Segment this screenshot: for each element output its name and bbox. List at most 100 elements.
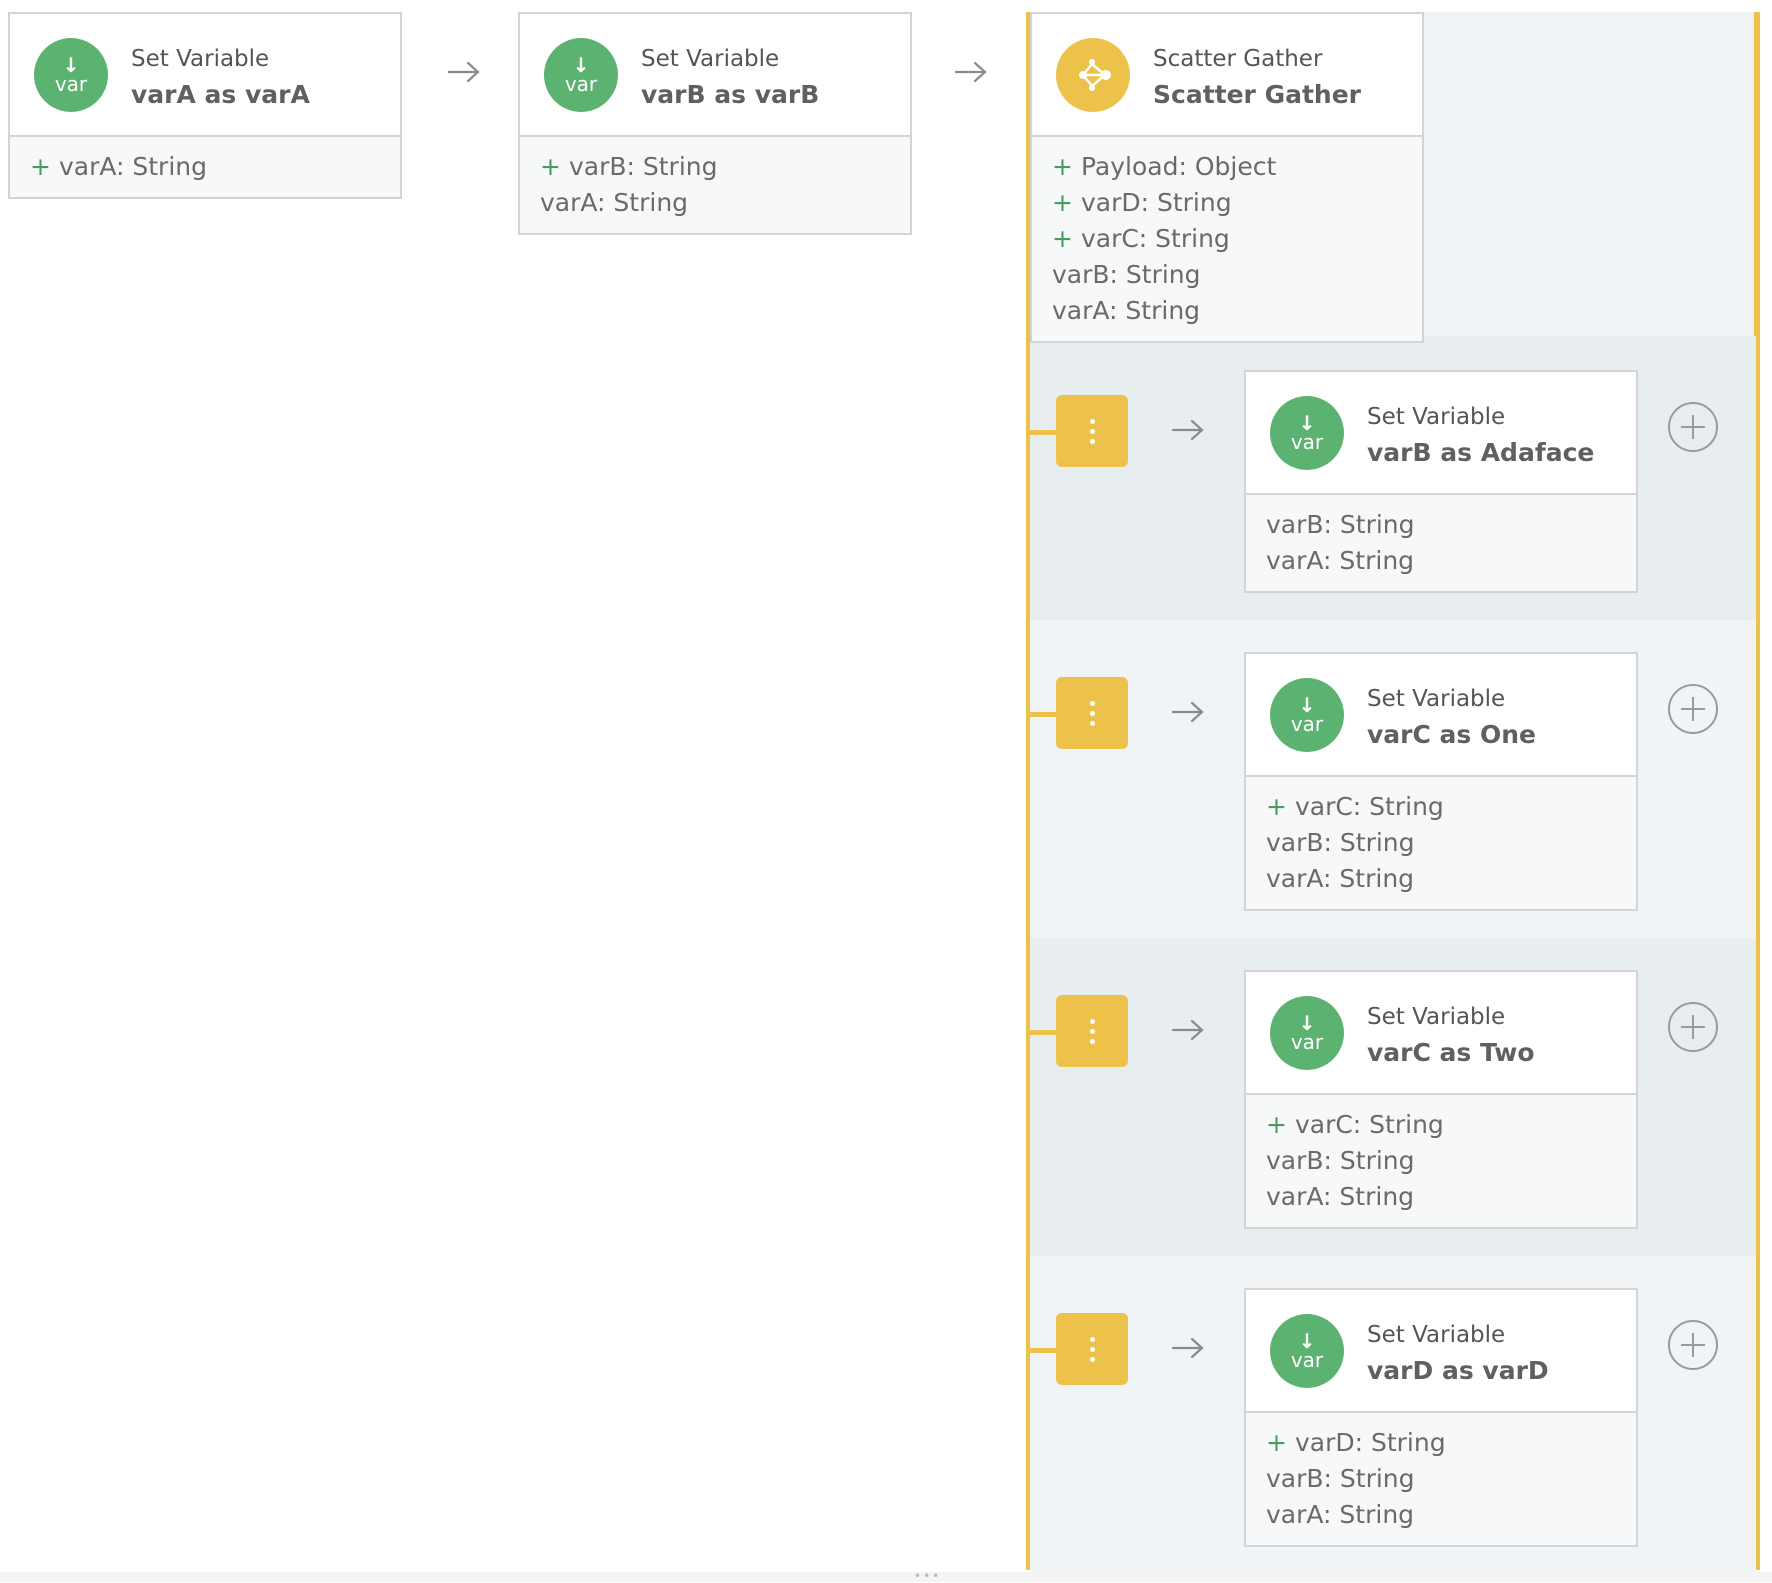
card-header[interactable]: ↓ var Set Variable varD as varD	[1246, 1290, 1636, 1413]
card-type-label: Set Variable	[1367, 404, 1506, 430]
card-name-label: Scatter Gather	[1153, 80, 1362, 109]
route-connector	[1030, 430, 1058, 435]
resize-handle[interactable]	[0, 1572, 1772, 1582]
property-row: + Payload: Object	[1052, 149, 1422, 185]
var-icon: ↓ var	[544, 38, 618, 112]
var-icon: ↓ var	[1270, 396, 1344, 470]
added-plus-icon: +	[540, 152, 561, 181]
property-label: varD: String	[1294, 1428, 1446, 1457]
vertical-dots-icon	[1089, 1018, 1095, 1044]
route-handle[interactable]	[1056, 395, 1128, 467]
property-row: + varD: String	[1266, 1425, 1636, 1461]
property-label: varC: String	[1294, 1110, 1444, 1139]
route-handle[interactable]	[1056, 677, 1128, 749]
card-name-label: varD as varD	[1367, 1356, 1549, 1385]
property-row: varA: String	[1266, 861, 1636, 897]
flow-arrow-icon	[1171, 700, 1205, 724]
vertical-dots-icon	[1089, 1336, 1095, 1362]
vertical-dots-icon	[1089, 700, 1095, 726]
property-label: varB: String	[1266, 1464, 1415, 1493]
card-name-label: varC as Two	[1367, 1038, 1535, 1067]
route-connector	[1030, 1348, 1058, 1353]
route-handle[interactable]	[1056, 1313, 1128, 1385]
add-step-button[interactable]	[1668, 1002, 1718, 1052]
set-variable-card[interactable]: ↓ var Set Variable varB as Adaface varB: Str…	[1244, 370, 1638, 593]
property-row: + varC: String	[1266, 789, 1636, 825]
card-type-label: Set Variable	[641, 46, 780, 72]
property-row: varA: String	[1266, 1179, 1636, 1215]
var-icon: ↓ var	[1270, 678, 1344, 752]
card-properties: varB: String varA: String	[1246, 495, 1636, 591]
set-variable-card[interactable]: ↓ var Set Variable varC as Two + varC: String…	[1244, 970, 1638, 1229]
property-row: varB: String	[1266, 1461, 1636, 1497]
var-icon-label: var	[564, 72, 598, 96]
var-icon-label: var	[1290, 1348, 1324, 1372]
var-icon: ↓ var	[34, 38, 108, 112]
add-step-button[interactable]	[1668, 402, 1718, 452]
card-type-label: Set Variable	[1367, 1322, 1506, 1348]
scatter-gather-icon	[1056, 38, 1130, 112]
flow-arrow-icon	[1171, 1336, 1205, 1360]
card-type-label: Set Variable	[131, 46, 270, 72]
property-label: varA: String	[1052, 296, 1201, 325]
var-icon-label: var	[1290, 712, 1324, 736]
card-header[interactable]: ↓ var Set Variable varB as Adaface	[1246, 372, 1636, 495]
resize-dots-icon[interactable]: •••	[914, 1570, 944, 1582]
property-label: varA: String	[1266, 1182, 1415, 1211]
flow-arrow-icon	[954, 60, 988, 84]
flow-arrow-icon	[447, 60, 481, 84]
card-properties: + varB: String varA: String	[520, 137, 910, 233]
card-name-label: varA as varA	[131, 80, 310, 109]
set-variable-card[interactable]: ↓ var Set Variable varC as One + varC: String…	[1244, 652, 1638, 911]
add-step-button[interactable]	[1668, 1320, 1718, 1370]
property-label: varB: String	[1266, 828, 1415, 857]
property-row: varB: String	[1052, 257, 1422, 293]
added-plus-icon: +	[1052, 152, 1073, 181]
var-icon-label: var	[1290, 1030, 1324, 1054]
added-plus-icon: +	[1266, 1110, 1287, 1139]
card-properties: + varC: String varB: String varA: String	[1246, 777, 1636, 909]
property-label: varB: String	[568, 152, 718, 181]
card-header[interactable]: Scatter Gather Scatter Gather	[1032, 14, 1422, 137]
scatter-gather-card[interactable]: Scatter Gather Scatter Gather + Payload: Ob…	[1030, 12, 1424, 343]
set-variable-card[interactable]: ↓ var Set Variable varB as varB + varB: Strin…	[518, 12, 912, 235]
card-header[interactable]: ↓ var Set Variable varC as One	[1246, 654, 1636, 777]
property-label: varA: String	[1266, 1500, 1415, 1529]
added-plus-icon: +	[1052, 188, 1073, 217]
added-plus-icon: +	[1052, 224, 1073, 253]
card-type-label: Set Variable	[1367, 1004, 1506, 1030]
var-icon-label: var	[1290, 430, 1324, 454]
property-label: varB: String	[1266, 510, 1415, 539]
var-icon: ↓ var	[1270, 1314, 1344, 1388]
added-plus-icon: +	[1266, 792, 1287, 821]
card-properties: + varA: String	[10, 137, 400, 197]
card-header[interactable]: ↓ var Set Variable varC as Two	[1246, 972, 1636, 1095]
card-properties: + varC: String varB: String varA: String	[1246, 1095, 1636, 1227]
card-header[interactable]: ↓ var Set Variable varB as varB	[520, 14, 910, 137]
card-properties: + Payload: Object + varD: String + varC: Stri…	[1032, 137, 1422, 341]
card-name-label: varB as varB	[641, 80, 820, 109]
card-type-label: Scatter Gather	[1153, 46, 1323, 72]
property-label: varA: String	[540, 188, 689, 217]
route-handle[interactable]	[1056, 995, 1128, 1067]
property-label: varB: String	[1052, 260, 1201, 289]
property-label: varD: String	[1080, 188, 1232, 217]
property-row: + varB: String	[540, 149, 910, 185]
added-plus-icon: +	[30, 152, 51, 181]
property-label: varC: String	[1294, 792, 1444, 821]
property-label: varC: String	[1080, 224, 1230, 253]
add-step-button[interactable]	[1668, 684, 1718, 734]
property-label: varA: String	[58, 152, 207, 181]
property-row: + varC: String	[1052, 221, 1422, 257]
set-variable-card[interactable]: ↓ var Set Variable varA as varA + varA: Strin…	[8, 12, 402, 199]
property-row: varA: String	[1052, 293, 1422, 329]
card-name-label: varC as One	[1367, 720, 1537, 749]
card-properties: + varD: String varB: String varA: String	[1246, 1413, 1636, 1545]
property-label: Payload: Object	[1080, 152, 1277, 181]
route-connector	[1030, 1030, 1058, 1035]
card-header[interactable]: ↓ var Set Variable varA as varA	[10, 14, 400, 137]
route-connector	[1030, 712, 1058, 717]
set-variable-card[interactable]: ↓ var Set Variable varD as varD + varD: Strin…	[1244, 1288, 1638, 1547]
property-row: varB: String	[1266, 825, 1636, 861]
property-row: + varD: String	[1052, 185, 1422, 221]
